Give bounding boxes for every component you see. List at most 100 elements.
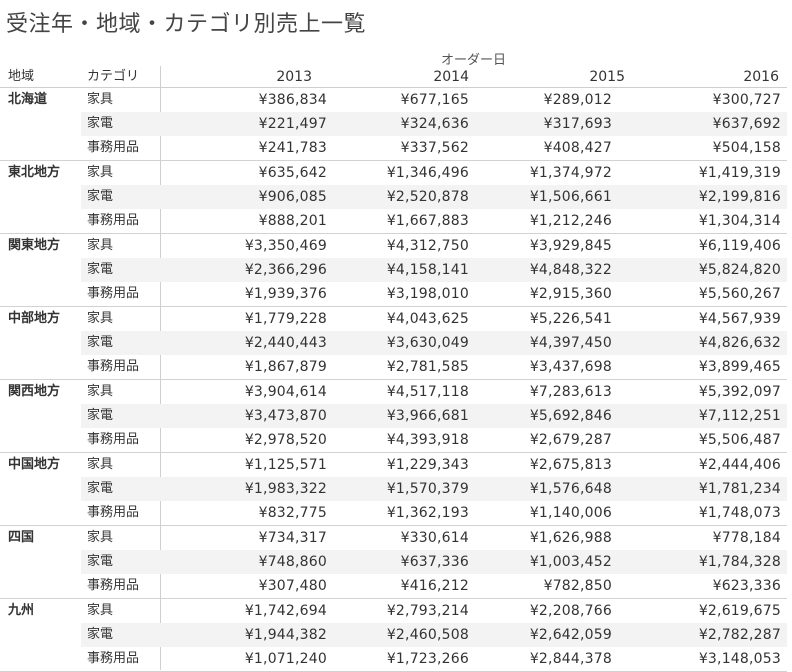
category-label: 家電 (87, 189, 114, 204)
sales-value-cell: ¥1,003,452 (529, 554, 612, 570)
year-header-2014: 2014 (433, 69, 469, 85)
sales-value-cell: ¥635,642 (258, 165, 327, 181)
sales-value-cell: ¥2,642,059 (529, 627, 612, 643)
region-group: 中部地方 家具 ¥1,779,228 ¥4,043,625 ¥5,226,541 ¥4,5… (0, 307, 787, 380)
sales-value-cell: ¥5,392,097 (698, 384, 781, 400)
category-label: 家具 (87, 165, 114, 180)
category-label: 家電 (87, 335, 114, 350)
sales-value-cell: ¥2,915,360 (529, 286, 612, 302)
region-group: 北海道 家具 ¥386,834 ¥677,165 ¥289,012 ¥300,727 家電 ¥… (0, 88, 787, 161)
column-group-header: オーダー日 (440, 53, 506, 68)
sales-value-cell: ¥734,317 (258, 530, 327, 546)
sales-value-cell: ¥4,158,141 (386, 262, 469, 278)
region-group: 中国地方 家具 ¥1,125,571 ¥1,229,343 ¥2,675,813 ¥2,4… (0, 453, 787, 526)
region-group: 関東地方 家具 ¥3,350,469 ¥4,312,750 ¥3,929,845 ¥6,1… (0, 234, 787, 307)
sales-value-cell: ¥4,043,625 (386, 311, 469, 327)
region-label: 九州 (8, 603, 35, 618)
sales-value-cell: ¥337,562 (400, 140, 469, 156)
sales-value-cell: ¥241,783 (258, 140, 327, 156)
region-label: 中部地方 (8, 311, 61, 326)
table-row: 事務用品 ¥1,939,376 ¥3,198,010 ¥2,915,360 ¥5,560… (81, 282, 787, 306)
table-row: 家電 ¥906,085 ¥2,520,878 ¥1,506,661 ¥2,199,816 (81, 185, 787, 209)
sales-value-cell: ¥1,781,234 (698, 481, 781, 497)
sales-value-cell: ¥2,366,296 (244, 262, 327, 278)
sales-value-cell: ¥778,184 (712, 530, 781, 546)
sales-value-cell: ¥782,850 (543, 578, 612, 594)
sales-value-cell: ¥289,012 (543, 92, 612, 108)
sales-value-cell: ¥2,844,378 (529, 651, 612, 667)
region-group: 九州 家具 ¥1,742,694 ¥2,793,214 ¥2,208,766 ¥2,619… (0, 599, 787, 672)
region-label: 関東地方 (8, 238, 61, 253)
category-label: 家電 (87, 481, 114, 496)
table-row: 家具 ¥1,125,571 ¥1,229,343 ¥2,675,813 ¥2,444,4… (81, 453, 787, 477)
sales-value-cell: ¥1,506,661 (529, 189, 612, 205)
category-label: 家電 (87, 408, 114, 423)
sales-value-cell: ¥317,693 (543, 116, 612, 132)
sales-value-cell: ¥6,119,406 (698, 238, 781, 254)
table-row: 事務用品 ¥1,071,240 ¥1,723,266 ¥2,844,378 ¥3,148… (81, 647, 787, 671)
sales-value-cell: ¥677,165 (400, 92, 469, 108)
sales-value-cell: ¥3,198,010 (386, 286, 469, 302)
category-label: 家具 (87, 530, 114, 545)
sales-value-cell: ¥1,742,694 (244, 603, 327, 619)
category-label: 事務用品 (87, 432, 140, 447)
table-row: 家電 ¥2,366,296 ¥4,158,141 ¥4,848,322 ¥5,824,8… (81, 258, 787, 282)
year-header-2013: 2013 (276, 69, 312, 85)
sales-value-cell: ¥416,212 (400, 578, 469, 594)
category-label: 家具 (87, 238, 114, 253)
sales-value-cell: ¥1,626,988 (529, 530, 612, 546)
sales-value-cell: ¥2,978,520 (244, 432, 327, 448)
category-label: 事務用品 (87, 505, 140, 520)
sales-value-cell: ¥330,614 (400, 530, 469, 546)
table-row: 家具 ¥1,742,694 ¥2,793,214 ¥2,208,766 ¥2,619,6… (81, 599, 787, 623)
sales-value-cell: ¥1,125,571 (244, 457, 327, 473)
sales-value-cell: ¥4,826,632 (698, 335, 781, 351)
sales-value-cell: ¥2,679,287 (529, 432, 612, 448)
sales-value-cell: ¥1,374,972 (529, 165, 612, 181)
sales-value-cell: ¥3,350,469 (244, 238, 327, 254)
sales-value-cell: ¥221,497 (258, 116, 327, 132)
sales-value-cell: ¥3,437,698 (529, 359, 612, 375)
table-row: 事務用品 ¥888,201 ¥1,667,883 ¥1,212,246 ¥1,304,3… (81, 209, 787, 233)
sales-value-cell: ¥4,848,322 (529, 262, 612, 278)
sales-value-cell: ¥1,140,006 (529, 505, 612, 521)
sales-value-cell: ¥637,692 (712, 116, 781, 132)
sales-value-cell: ¥2,460,508 (386, 627, 469, 643)
sales-value-cell: ¥3,148,053 (698, 651, 781, 667)
sales-value-cell: ¥888,201 (258, 213, 327, 229)
sales-value-cell: ¥7,112,251 (698, 408, 781, 424)
sales-value-cell: ¥2,440,443 (244, 335, 327, 351)
sales-value-cell: ¥1,723,266 (386, 651, 469, 667)
category-label: 事務用品 (87, 213, 140, 228)
year-header-2015: 2015 (589, 69, 625, 85)
sales-value-cell: ¥748,860 (258, 554, 327, 570)
table-row: 家具 ¥734,317 ¥330,614 ¥1,626,988 ¥778,184 (81, 526, 787, 550)
table-row: 家電 ¥2,440,443 ¥3,630,049 ¥4,397,450 ¥4,826,6… (81, 331, 787, 355)
table-row: 家具 ¥386,834 ¥677,165 ¥289,012 ¥300,727 (81, 88, 787, 112)
page-title: 受注年・地域・カテゴリ別売上一覧 (6, 12, 367, 37)
region-group: 四国 家具 ¥734,317 ¥330,614 ¥1,626,988 ¥778,184 家電… (0, 526, 787, 599)
sales-value-cell: ¥1,576,648 (529, 481, 612, 497)
region-label: 中国地方 (8, 457, 61, 472)
sales-value-cell: ¥2,520,878 (386, 189, 469, 205)
category-label: 家電 (87, 262, 114, 277)
table-row: 事務用品 ¥2,978,520 ¥4,393,918 ¥2,679,287 ¥5,506… (81, 428, 787, 452)
sales-value-cell: ¥300,727 (712, 92, 781, 108)
category-label: 事務用品 (87, 359, 140, 374)
category-label: 家具 (87, 92, 114, 107)
sales-value-cell: ¥1,570,379 (386, 481, 469, 497)
sales-value-cell: ¥7,283,613 (529, 384, 612, 400)
sales-value-cell: ¥1,304,314 (698, 213, 781, 229)
sales-value-cell: ¥906,085 (258, 189, 327, 205)
sales-value-cell: ¥1,212,246 (529, 213, 612, 229)
category-label: 事務用品 (87, 140, 140, 155)
region-label: 東北地方 (8, 165, 61, 180)
sales-value-cell: ¥4,517,118 (386, 384, 469, 400)
sales-value-cell: ¥637,336 (400, 554, 469, 570)
sales-value-cell: ¥2,781,585 (386, 359, 469, 375)
sales-value-cell: ¥4,312,750 (386, 238, 469, 254)
year-header-2016: 2016 (743, 69, 779, 85)
sales-table: 北海道 家具 ¥386,834 ¥677,165 ¥289,012 ¥300,727 家電 ¥… (0, 88, 787, 672)
sales-value-cell: ¥324,636 (400, 116, 469, 132)
sales-value-cell: ¥2,782,287 (698, 627, 781, 643)
